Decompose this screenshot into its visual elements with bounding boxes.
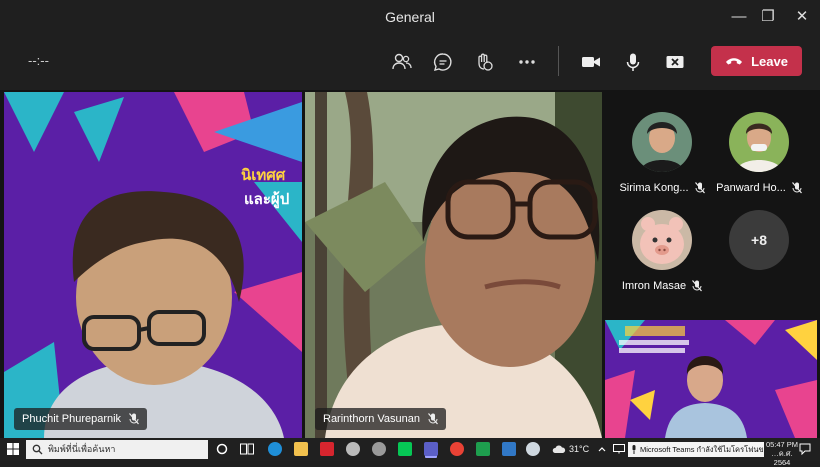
windows-start-icon[interactable] <box>7 443 19 455</box>
more-participants[interactable]: +8 <box>704 210 814 270</box>
video-tile-phuchit[interactable]: นิเทศศ และผู้ป Phuchit Phureparnik <box>4 92 302 438</box>
video-camera-icon <box>582 57 600 67</box>
more-icon <box>519 60 535 64</box>
reactions-button[interactable] <box>470 48 498 76</box>
search-icon <box>32 444 43 455</box>
camera-button[interactable] <box>577 48 605 76</box>
tray-overflow-icon[interactable] <box>597 444 607 454</box>
self-video-feed <box>605 320 817 438</box>
app-icon[interactable] <box>346 442 360 456</box>
task-view-icon[interactable] <box>240 443 254 455</box>
tile-overlay-text-1: นิเทศศ <box>241 166 286 184</box>
participant-name: Phuchit Phureparnik <box>22 413 122 425</box>
microphone-button[interactable] <box>619 48 647 76</box>
system-clock[interactable]: 05:47 PM …ค.ศ. 2564 <box>764 440 800 467</box>
window-title: General <box>385 9 435 25</box>
chat-icon <box>433 53 452 71</box>
video-tile-rarinthorn[interactable]: Rarinthorn Vasunan <box>305 92 602 438</box>
app-icon[interactable] <box>320 442 334 456</box>
people-icon <box>392 53 412 70</box>
app-icon[interactable] <box>526 442 540 456</box>
participant-name: Panward Ho... <box>716 182 786 194</box>
participant-name-tag: Rarinthorn Vasunan <box>315 408 447 430</box>
raise-hand-icon <box>478 53 493 71</box>
participant-name: Sirima Kong... <box>619 182 689 194</box>
weather-temperature[interactable]: 31°C <box>569 444 589 454</box>
chrome-icon[interactable] <box>450 442 464 456</box>
share-screen-button[interactable] <box>661 48 689 76</box>
microphone-icon <box>626 53 640 71</box>
file-explorer-icon[interactable] <box>294 442 308 456</box>
app-icon[interactable] <box>502 442 516 456</box>
mic-off-icon <box>428 413 438 425</box>
edge-icon[interactable] <box>268 442 282 456</box>
network-icon[interactable] <box>613 444 625 454</box>
microphone-in-use-notification[interactable]: Microsoft Teams กำลังใช้ไมโครโฟนของคุณ <box>628 442 764 457</box>
leave-button[interactable]: Leave <box>711 46 802 76</box>
windows-taskbar: พิมพ์ที่นี่เพื่อค้นหา 31°C Microsoft Tea… <box>0 438 820 467</box>
self-view-video[interactable] <box>605 320 817 438</box>
mic-off-icon <box>791 182 802 194</box>
overflow-count: +8 <box>729 210 789 270</box>
app-icon[interactable] <box>476 442 490 456</box>
meeting-timer: --:-- <box>28 53 49 68</box>
minimize-button[interactable]: — <box>728 6 750 28</box>
toolbar-divider <box>558 46 559 76</box>
hang-up-icon <box>726 58 743 65</box>
participant-name-tag: Phuchit Phureparnik <box>14 408 148 430</box>
chat-button[interactable] <box>429 48 457 76</box>
search-placeholder: พิมพ์ที่นี่เพื่อค้นหา <box>48 444 116 454</box>
tile-overlay-text-2: และผู้ป <box>244 191 289 209</box>
clock-date: …ค.ศ. 2564 <box>771 449 793 467</box>
mic-off-icon <box>692 280 703 292</box>
taskbar-search-box[interactable]: พิมพ์ที่นี่เพื่อค้นหา <box>26 440 208 459</box>
participant-name: Imron Masae <box>621 280 687 292</box>
notification-text: Microsoft Teams กำลังใช้ไมโครโฟนของคุณ <box>640 445 764 454</box>
gallery-participant-imron[interactable]: Imron Masae <box>607 210 717 292</box>
close-button[interactable]: ✕ <box>791 6 813 28</box>
participant-video-feed <box>305 92 602 438</box>
more-actions-button[interactable] <box>513 48 541 76</box>
gallery-participant-sirima[interactable]: Sirima Kong... <box>607 112 717 194</box>
gallery-participant-panward[interactable]: Panward Ho... <box>704 112 814 194</box>
meeting-toolbar: --:-- Leave <box>0 34 820 90</box>
avatar <box>632 112 692 172</box>
leave-label: Leave <box>751 53 788 69</box>
stop-sharing-icon <box>666 56 684 68</box>
video-stage: นิเทศศ และผู้ป Phuchit Phureparnik Rarin… <box>0 90 820 438</box>
participant-name: Rarinthorn Vasunan <box>323 413 421 425</box>
teams-icon[interactable] <box>424 442 438 456</box>
clock-time: 05:47 PM <box>765 440 799 449</box>
title-bar: General — ❐ ✕ <box>0 0 820 34</box>
participants-button[interactable] <box>388 48 416 76</box>
mic-off-icon <box>129 413 140 425</box>
weather-cloud-icon <box>552 445 566 453</box>
maximize-button[interactable]: ❐ <box>757 6 779 28</box>
participant-video-feed: นิเทศศ และผู้ป <box>4 92 302 438</box>
avatar <box>729 112 789 172</box>
line-icon[interactable] <box>398 442 412 456</box>
app-icon[interactable] <box>372 442 386 456</box>
microphone-icon <box>632 445 636 454</box>
cortana-icon[interactable] <box>216 443 228 455</box>
avatar <box>632 210 692 270</box>
notification-center-icon[interactable] <box>799 443 811 455</box>
